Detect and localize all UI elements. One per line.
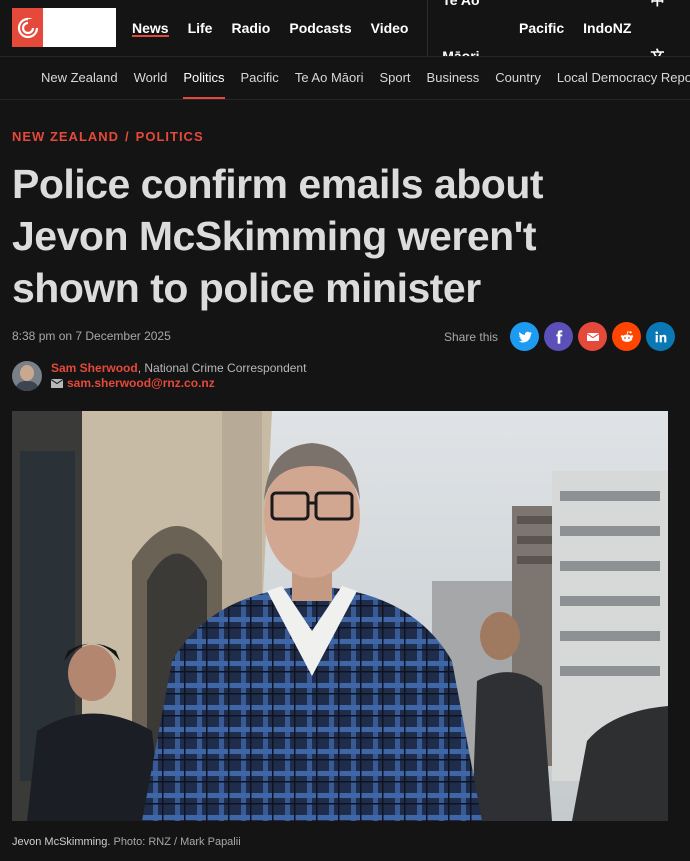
subnav-country[interactable]: Country [495, 57, 541, 99]
reddit-icon [620, 330, 633, 342]
article-photo [12, 411, 668, 821]
breadcrumb: NEW ZEALAND / POLITICS [12, 129, 204, 144]
nav-life[interactable]: Life [188, 0, 213, 56]
subnav-politics[interactable]: Politics [183, 57, 225, 99]
subnav-business[interactable]: Business [427, 57, 480, 99]
author-role: , National Crime Correspondent [137, 361, 307, 375]
section-nav: New Zealand World Politics Pacific Te Ao… [41, 57, 690, 99]
subnav-new-zealand[interactable]: New Zealand [41, 57, 118, 99]
nav-video[interactable]: Video [371, 0, 409, 56]
caption-text: Jevon McSkimming. [12, 836, 111, 848]
subnav-pacific[interactable]: Pacific [241, 57, 279, 99]
publish-date: 8:38 pm on 7 December 2025 [12, 329, 171, 343]
primary-nav: News Life Radio Podcasts Video Te Ao Māo… [132, 0, 690, 64]
subnav-local-democracy[interactable]: Local Democracy Reporting [557, 57, 690, 99]
photo-credit: Photo: RNZ / Mark Papalii [110, 836, 241, 848]
share-label: Share this [444, 329, 499, 344]
rnz-logo-icon [12, 8, 43, 47]
author-name-link[interactable]: Sam Sherwood [51, 361, 138, 375]
author-avatar[interactable] [12, 361, 42, 391]
subnav-sport[interactable]: Sport [379, 57, 410, 99]
share-bar: Share this [444, 322, 676, 351]
author-email-text: sam.sherwood@rnz.co.nz [67, 376, 215, 390]
share-facebook-button[interactable] [544, 322, 574, 351]
top-header: News Life Radio Podcasts Video Te Ao Māo… [0, 0, 690, 64]
breadcrumb-politics[interactable]: POLITICS [136, 129, 204, 144]
share-email-button[interactable] [578, 322, 608, 351]
article-headline: Police confirm emails about Jevon McSkim… [12, 161, 544, 311]
nav-pacific[interactable]: Pacific [519, 0, 564, 56]
author-email-link[interactable]: sam.sherwood@rnz.co.nz [51, 376, 306, 391]
author-details: Sam Sherwood, National Crime Corresponde… [51, 361, 306, 391]
share-reddit-button[interactable] [612, 322, 642, 351]
nav-news[interactable]: News [132, 0, 169, 56]
linkedin-icon [654, 330, 666, 342]
nav-radio[interactable]: Radio [231, 0, 270, 56]
nav-divider [427, 0, 429, 56]
subnav-te-ao-maori[interactable]: Te Ao Māori [295, 57, 364, 99]
byline: Sam Sherwood, National Crime Corresponde… [12, 361, 306, 393]
nav-indonz[interactable]: IndoNZ [583, 0, 631, 56]
twitter-icon [518, 331, 532, 343]
photo-caption: Jevon McSkimming. Photo: RNZ / Mark Papa… [12, 836, 241, 848]
breadcrumb-new-zealand[interactable]: NEW ZEALAND [12, 129, 119, 144]
section-nav-bar: New Zealand World Politics Pacific Te Ao… [0, 56, 690, 100]
breadcrumb-separator: / [125, 129, 130, 144]
photo-illustration [12, 411, 668, 821]
email-icon [586, 332, 599, 341]
rnz-logo[interactable] [12, 8, 116, 47]
nav-podcasts[interactable]: Podcasts [289, 0, 351, 56]
envelope-icon [51, 379, 63, 388]
facebook-icon [555, 329, 562, 344]
share-twitter-button[interactable] [510, 322, 540, 351]
share-linkedin-button[interactable] [646, 322, 676, 351]
subnav-world[interactable]: World [134, 57, 168, 99]
